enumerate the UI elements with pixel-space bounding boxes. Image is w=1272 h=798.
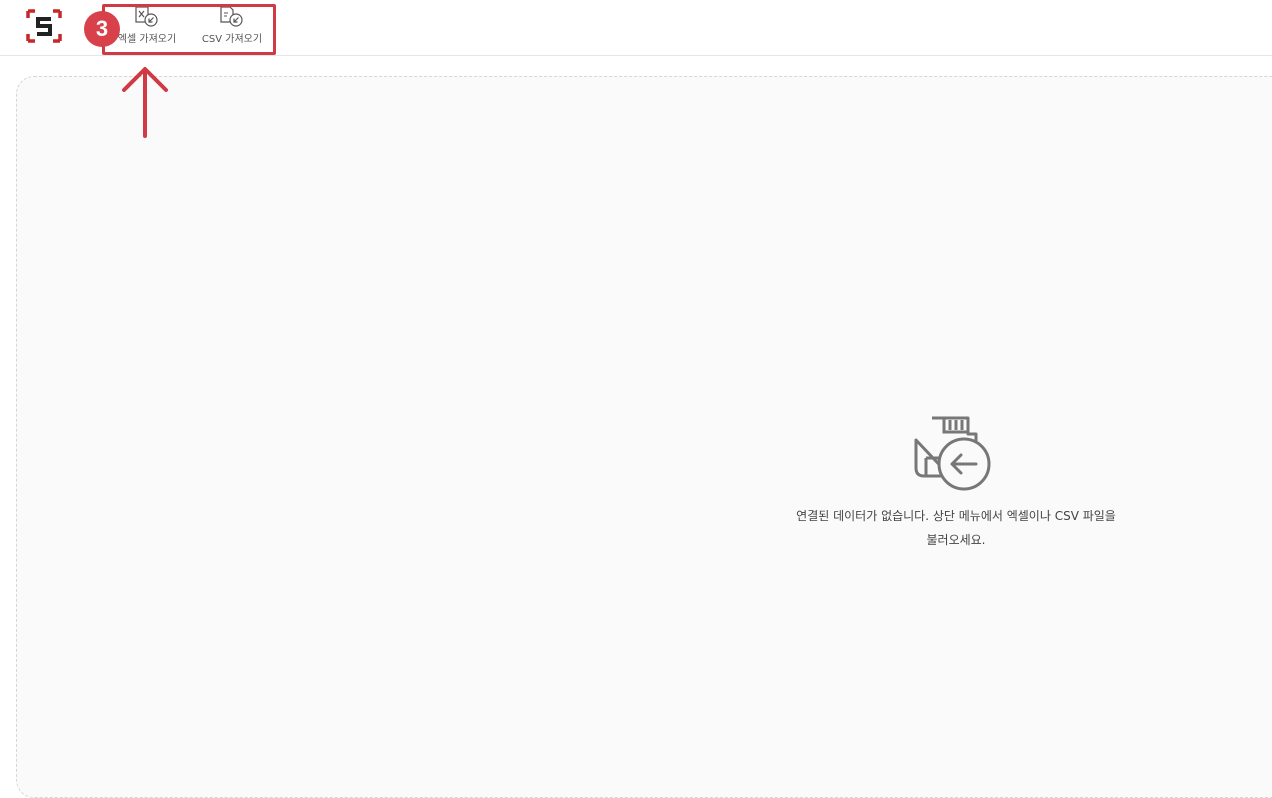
excel-import-button[interactable]: 엑셀 가져오기 (112, 6, 182, 48)
excel-import-icon (135, 6, 158, 27)
s-bracket-logo-icon (26, 9, 62, 43)
csv-import-label: CSV 가져오기 (201, 34, 263, 45)
up-arrow-icon (122, 67, 168, 138)
empty-state-message-line2: 불러오세요. (926, 533, 986, 547)
csv-import-button[interactable]: CSV 가져오기 (196, 6, 268, 48)
empty-state-message-line1: 연결된 데이터가 없습니다. 상단 메뉴에서 엑셀이나 CSV 파일을 (796, 509, 1116, 523)
step-badge: 3 (84, 11, 120, 47)
csv-import-icon (220, 6, 243, 27)
main-area (0, 56, 1272, 798)
disk-import-icon (914, 416, 991, 491)
empty-state-message: 연결된 데이터가 없습니다. 상단 메뉴에서 엑셀이나 CSV 파일을 불러오세… (760, 504, 1152, 552)
empty-state: 연결된 데이터가 없습니다. 상단 메뉴에서 엑셀이나 CSV 파일을 불러오세… (760, 410, 1152, 552)
top-toolbar: 3 엑셀 가져오기 CSV 가져오기 (0, 0, 1272, 56)
app-logo[interactable] (26, 9, 62, 43)
excel-import-label: 엑셀 가져오기 (117, 34, 177, 45)
